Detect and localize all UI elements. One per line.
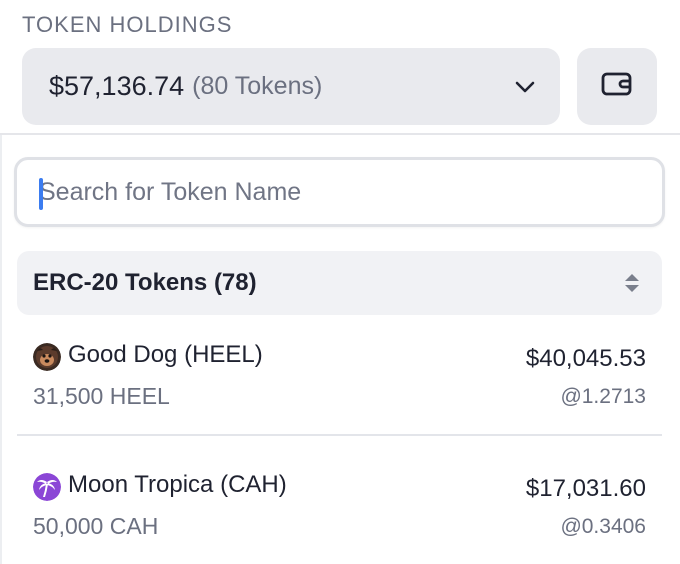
chevron-down-icon [512, 74, 538, 100]
search-field[interactable] [14, 157, 665, 227]
holdings-summary-dropdown[interactable]: $57,136.74 (80 Tokens) [22, 48, 560, 125]
token-count: (80 Tokens) [192, 72, 323, 100]
token-row-good-dog[interactable]: Good Dog (HEEL) 31,500 HEEL $40,045.53 @… [17, 325, 662, 421]
token-quantity: 50,000 CAH [33, 513, 159, 539]
sort-updown-icon[interactable] [620, 269, 644, 297]
panel-edge [0, 135, 2, 564]
token-name: Moon Tropica (CAH) [68, 471, 287, 498]
wallet-button[interactable] [577, 48, 657, 125]
total-value: $57,136.74 [49, 71, 185, 101]
row-divider [17, 434, 662, 436]
token-value: $40,045.53 [525, 345, 646, 372]
token-price: @1.2713 [560, 385, 646, 408]
token-name: Good Dog (HEEL) [68, 341, 263, 368]
search-input[interactable] [17, 160, 662, 224]
token-quantity: 31,500 HEEL [33, 383, 170, 409]
token-price: @0.3406 [560, 515, 646, 538]
group-label: ERC-20 Tokens (78) [33, 269, 257, 296]
good-dog-token-icon [33, 343, 61, 371]
token-holdings-title: TOKEN HOLDINGS [22, 12, 233, 37]
header-divider [0, 133, 680, 135]
moon-tropica-token-icon [33, 473, 61, 501]
token-row-moon-tropica[interactable]: Moon Tropica (CAH) 50,000 CAH $17,031.60… [17, 455, 662, 551]
erc20-group-header[interactable]: ERC-20 Tokens (78) [17, 251, 662, 315]
wallet-icon [601, 71, 633, 102]
token-value: $17,031.60 [525, 475, 646, 502]
text-caret [39, 178, 43, 210]
